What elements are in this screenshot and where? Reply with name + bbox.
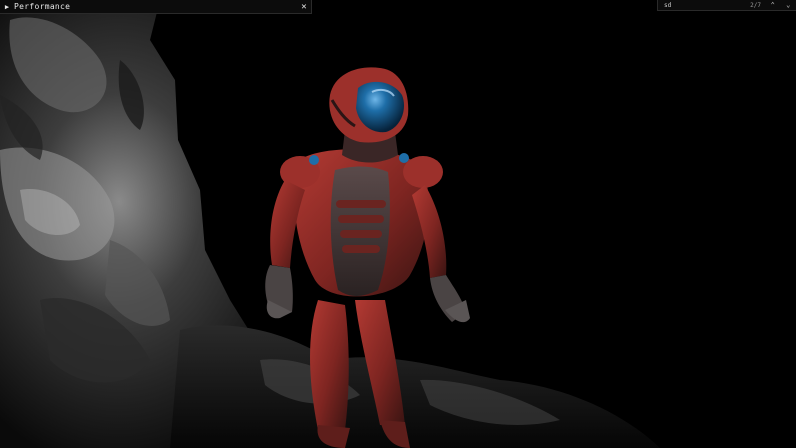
scene-canvas — [0, 0, 660, 448]
find-query-input[interactable]: sd — [658, 2, 734, 9]
render-viewport[interactable] — [0, 0, 796, 448]
chevron-up-icon[interactable]: ⌃ — [765, 1, 781, 9]
find-match-count: 2/7 — [750, 1, 761, 9]
triangle-right-icon[interactable]: ▶ — [0, 3, 14, 11]
performance-window-titlebar[interactable]: ▶ Performance ✕ — [0, 0, 312, 14]
close-icon[interactable]: ✕ — [297, 2, 311, 12]
rocky-ground — [170, 325, 660, 448]
performance-window-title: Performance — [14, 2, 71, 11]
chevron-down-icon[interactable]: ⌄ — [780, 1, 796, 9]
find-widget[interactable]: sd 2/7 ⌃ ⌄ — [657, 0, 796, 11]
